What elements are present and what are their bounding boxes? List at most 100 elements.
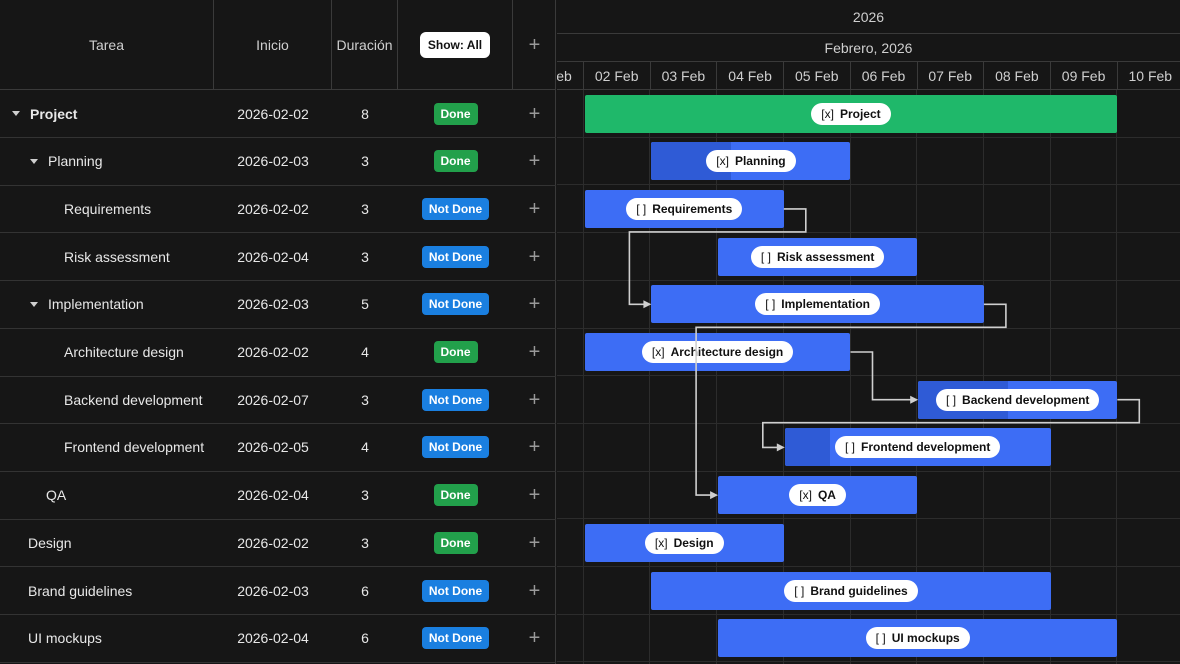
- task-name: Architecture design: [64, 344, 184, 360]
- table-row[interactable]: Architecture design 2026-02-02 4 Done +: [0, 329, 556, 377]
- table-row[interactable]: UI mockups 2026-02-04 6 Not Done +: [0, 615, 556, 663]
- status-badge[interactable]: Done: [433, 102, 478, 125]
- collapse-caret-icon[interactable]: [12, 111, 20, 116]
- bar-label-text: Requirements: [652, 201, 733, 216]
- table-row[interactable]: Planning 2026-02-03 3 Done +: [0, 138, 556, 186]
- task-start-date: 2026-02-03: [237, 153, 309, 170]
- bar-checkbox[interactable]: [ ]: [636, 202, 646, 216]
- task-name-cell: Architecture design: [0, 329, 214, 376]
- add-subtask-icon[interactable]: +: [529, 437, 541, 457]
- add-subtask-cell: +: [513, 519, 556, 566]
- table-row[interactable]: Project 2026-02-02 8 Done +: [0, 90, 556, 138]
- status-badge[interactable]: Not Done: [421, 579, 490, 602]
- table-row[interactable]: Requirements 2026-02-02 3 Not Done +: [0, 185, 556, 234]
- add-subtask-icon[interactable]: +: [529, 294, 541, 314]
- add-subtask-icon[interactable]: +: [529, 104, 541, 124]
- gantt-bar[interactable]: [ ] Backend development: [918, 380, 1118, 419]
- task-status-cell: Done: [398, 90, 513, 137]
- progress-fill: [784, 428, 830, 467]
- task-duration: 3: [361, 153, 369, 170]
- gantt-bar[interactable]: [ ] Requirements: [584, 189, 784, 228]
- gantt-bar[interactable]: [ ] Brand guidelines: [651, 571, 1051, 610]
- column-header-duration[interactable]: Duración: [332, 0, 398, 90]
- bar-checkbox[interactable]: [ ]: [765, 297, 775, 311]
- bar-label: [ ] Frontend development: [835, 436, 1001, 459]
- gantt-bar[interactable]: [ ] UI mockups: [718, 619, 1118, 658]
- status-badge[interactable]: Not Done: [421, 388, 490, 411]
- gantt-bar[interactable]: [x] QA: [718, 476, 918, 515]
- bar-checkbox[interactable]: [ ]: [845, 440, 855, 454]
- add-subtask-icon[interactable]: +: [529, 199, 541, 219]
- gantt-bar[interactable]: [ ] Frontend development: [784, 428, 1051, 467]
- add-subtask-cell: +: [513, 138, 556, 185]
- task-name: Risk assessment: [64, 248, 170, 265]
- bar-label: [x] Project: [811, 102, 891, 125]
- bar-checkbox[interactable]: [x]: [655, 536, 668, 550]
- bar-label-text: Planning: [734, 154, 786, 169]
- status-badge[interactable]: Not Done: [421, 627, 490, 650]
- gantt-bar[interactable]: [x] Project: [584, 94, 1118, 133]
- timeline-day: 05 Feb: [783, 62, 851, 90]
- bar-label: [ ] Brand guidelines: [784, 579, 918, 602]
- column-header-start[interactable]: Inicio: [214, 0, 332, 90]
- day-gridline: [649, 90, 651, 664]
- add-column-icon[interactable]: +: [529, 35, 541, 55]
- status-badge[interactable]: Not Done: [421, 436, 490, 459]
- task-start-date: 2026-02-02: [237, 105, 309, 122]
- gantt-bar[interactable]: [ ] Risk assessment: [718, 237, 918, 276]
- task-start-date: 2026-02-04: [237, 248, 309, 265]
- gantt-bar[interactable]: [x] Design: [584, 523, 784, 562]
- task-name: Design: [28, 534, 72, 551]
- timeline-day: 09 Feb: [1050, 62, 1118, 90]
- status-badge[interactable]: Not Done: [421, 197, 490, 220]
- bar-checkbox[interactable]: [x]: [716, 154, 729, 168]
- row-gridline: [557, 184, 1180, 186]
- add-subtask-cell: +: [513, 472, 556, 519]
- table-row[interactable]: Design 2026-02-02 3 Done +: [0, 519, 556, 568]
- add-subtask-icon[interactable]: +: [529, 342, 541, 362]
- table-row[interactable]: Risk assessment 2026-02-04 3 Not Done +: [0, 233, 556, 282]
- gantt-bar[interactable]: [ ] Implementation: [651, 285, 984, 324]
- add-subtask-icon[interactable]: +: [529, 247, 541, 267]
- bar-checkbox[interactable]: [ ]: [946, 393, 956, 407]
- task-name-cell: Implementation: [0, 281, 214, 328]
- add-subtask-icon[interactable]: +: [529, 581, 541, 601]
- add-subtask-icon[interactable]: +: [529, 533, 541, 553]
- column-header-task[interactable]: Tarea: [0, 0, 214, 90]
- add-subtask-icon[interactable]: +: [529, 390, 541, 410]
- bar-checkbox[interactable]: [x]: [821, 107, 834, 121]
- bar-label: [ ] Requirements: [626, 197, 743, 220]
- bar-checkbox[interactable]: [ ]: [876, 631, 886, 645]
- task-duration: 3: [361, 534, 369, 551]
- bar-checkbox[interactable]: [ ]: [761, 250, 771, 264]
- status-badge[interactable]: Done: [433, 150, 478, 173]
- bar-checkbox[interactable]: [x]: [652, 345, 665, 359]
- table-row[interactable]: Frontend development 2026-02-05 4 Not Done +: [0, 424, 556, 472]
- task-name-cell: Frontend development: [0, 424, 214, 471]
- status-badge[interactable]: Done: [433, 484, 478, 507]
- status-badge[interactable]: Not Done: [421, 245, 490, 268]
- add-subtask-icon[interactable]: +: [529, 628, 541, 648]
- add-subtask-icon[interactable]: +: [529, 485, 541, 505]
- task-name-cell: Risk assessment: [0, 233, 214, 280]
- gantt-bar[interactable]: [x] Architecture design: [584, 333, 851, 371]
- add-subtask-icon[interactable]: +: [529, 151, 541, 171]
- show-filter-button[interactable]: Show: All: [419, 31, 491, 58]
- table-row[interactable]: QA 2026-02-04 3 Done +: [0, 472, 556, 520]
- table-row[interactable]: Brand guidelines 2026-02-03 6 Not Done +: [0, 567, 556, 615]
- task-start-date: 2026-02-02: [237, 534, 309, 551]
- bar-label: [ ] Implementation: [755, 293, 880, 316]
- bar-checkbox[interactable]: [ ]: [794, 584, 804, 598]
- task-name-cell: Planning: [0, 138, 214, 185]
- row-gridline: [557, 327, 1180, 329]
- collapse-caret-icon[interactable]: [30, 301, 38, 307]
- table-row[interactable]: Backend development 2026-02-07 3 Not Done +: [0, 376, 556, 425]
- status-badge[interactable]: Done: [433, 531, 478, 554]
- task-start-date: 2026-02-02: [237, 200, 309, 217]
- status-badge[interactable]: Not Done: [421, 293, 490, 316]
- gantt-bar[interactable]: [x] Planning: [651, 142, 851, 181]
- bar-checkbox[interactable]: [x]: [799, 488, 812, 502]
- collapse-caret-icon[interactable]: [30, 158, 38, 164]
- table-row[interactable]: Implementation 2026-02-03 5 Not Done +: [0, 281, 556, 329]
- status-badge[interactable]: Done: [433, 341, 478, 363]
